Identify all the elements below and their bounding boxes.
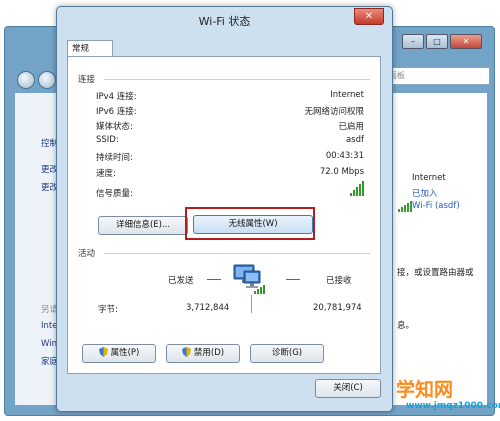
disable-button-label: 禁用(D) (193, 348, 225, 358)
signal-bar (359, 184, 361, 196)
ssid-value: asdf (345, 135, 364, 145)
info-row-ipv6: IPv6 连接: 无网络访问权限 (96, 105, 364, 117)
signal-bar (350, 193, 352, 196)
back-icon[interactable] (17, 71, 35, 89)
uac-shield-icon (98, 347, 108, 357)
signal-strength-icon (350, 181, 364, 196)
divider (104, 79, 370, 80)
received-dash (286, 279, 300, 280)
connection-link[interactable]: Wi-Fi (asdf) (412, 201, 460, 211)
watermark-main-text: 学知网 (396, 379, 454, 401)
speed-value: 72.0 Mbps (319, 167, 364, 177)
ipv4-label: IPv4 连接: (96, 92, 137, 102)
watermark: 学知网 www.jmqz1000.com (374, 372, 500, 421)
forward-icon[interactable] (38, 71, 56, 89)
duration-label: 持续时间: (96, 153, 133, 163)
signal-bar (353, 190, 355, 196)
ipv4-value: Internet (330, 90, 364, 100)
signal-bar (362, 181, 364, 196)
connection-section-label: 连接 (78, 75, 96, 85)
details-button[interactable]: 详细信息(E)... (98, 216, 188, 235)
media-state-value: 已启用 (338, 122, 364, 132)
watermark-url: www.jmqz1000.com (406, 401, 500, 411)
info-row-duration: 持续时间: 00:43:31 (96, 151, 364, 163)
network-computers-icon (233, 264, 265, 294)
dialog-close-button[interactable]: ✕ (354, 8, 384, 25)
info-text: 息。 (397, 321, 415, 331)
bytes-received-value: 20,781,974 (313, 303, 362, 313)
properties-button[interactable]: 属性(P) (82, 344, 156, 363)
info-row-speed: 速度: 72.0 Mbps (96, 167, 364, 179)
info-row-signal: 信号质量: (96, 187, 364, 199)
media-state-label: 媒体状态: (96, 122, 133, 132)
maximize-icon[interactable]: □ (426, 34, 448, 49)
info-row-ipv4: IPv4 连接: Internet (96, 90, 364, 102)
wifi-status-dialog: Wi-Fi 状态 ✕ 常规 连接 IPv4 连接: Internet IPv6 … (56, 6, 393, 412)
activity-section-label: 活动 (78, 249, 96, 259)
navigation-buttons (17, 71, 56, 89)
ipv6-label: IPv6 连接: (96, 107, 137, 117)
tab-general[interactable]: 常规 (67, 40, 113, 57)
signal-quality-label: 信号质量: (96, 189, 133, 199)
minimize-icon[interactable]: – (402, 34, 424, 49)
sent-dash (207, 279, 221, 280)
ssid-label: SSID: (96, 135, 119, 145)
info-row-ssid: SSID: asdf (96, 135, 364, 147)
signal-bar (356, 187, 358, 196)
network-type: Internet (412, 173, 446, 183)
diagnose-button[interactable]: 诊断(G) (250, 344, 324, 363)
speed-label: 速度: (96, 169, 116, 179)
divider (104, 253, 370, 254)
close-button[interactable]: 关闭(C) (315, 379, 381, 398)
uac-shield-icon (181, 347, 191, 357)
properties-button-label: 属性(P) (110, 348, 140, 358)
ipv6-value: 无网络访问权限 (304, 107, 364, 117)
close-icon[interactable]: ✕ (450, 34, 482, 49)
disable-button[interactable]: 禁用(D) (166, 344, 240, 363)
address-bar[interactable]: 面板 (385, 67, 490, 85)
received-label: 已接收 (326, 276, 352, 286)
duration-value: 00:43:31 (325, 151, 364, 161)
dialog-title: Wi-Fi 状态 (198, 15, 251, 28)
wifi-signal-icon (398, 201, 412, 212)
bytes-label: 字节: (98, 305, 118, 315)
highlight-annotation-box (185, 207, 315, 240)
homegroup-status-link[interactable]: 已加入 (412, 187, 438, 199)
bytes-divider (251, 295, 252, 313)
router-setup-hint: 接，或设置路由器或 (397, 268, 474, 278)
sent-label: 已发送 (168, 276, 194, 286)
info-row-media: 媒体状态: 已启用 (96, 120, 364, 132)
background-window-controls: – □ ✕ (402, 34, 482, 49)
bytes-sent-value: 3,712,844 (186, 303, 230, 313)
